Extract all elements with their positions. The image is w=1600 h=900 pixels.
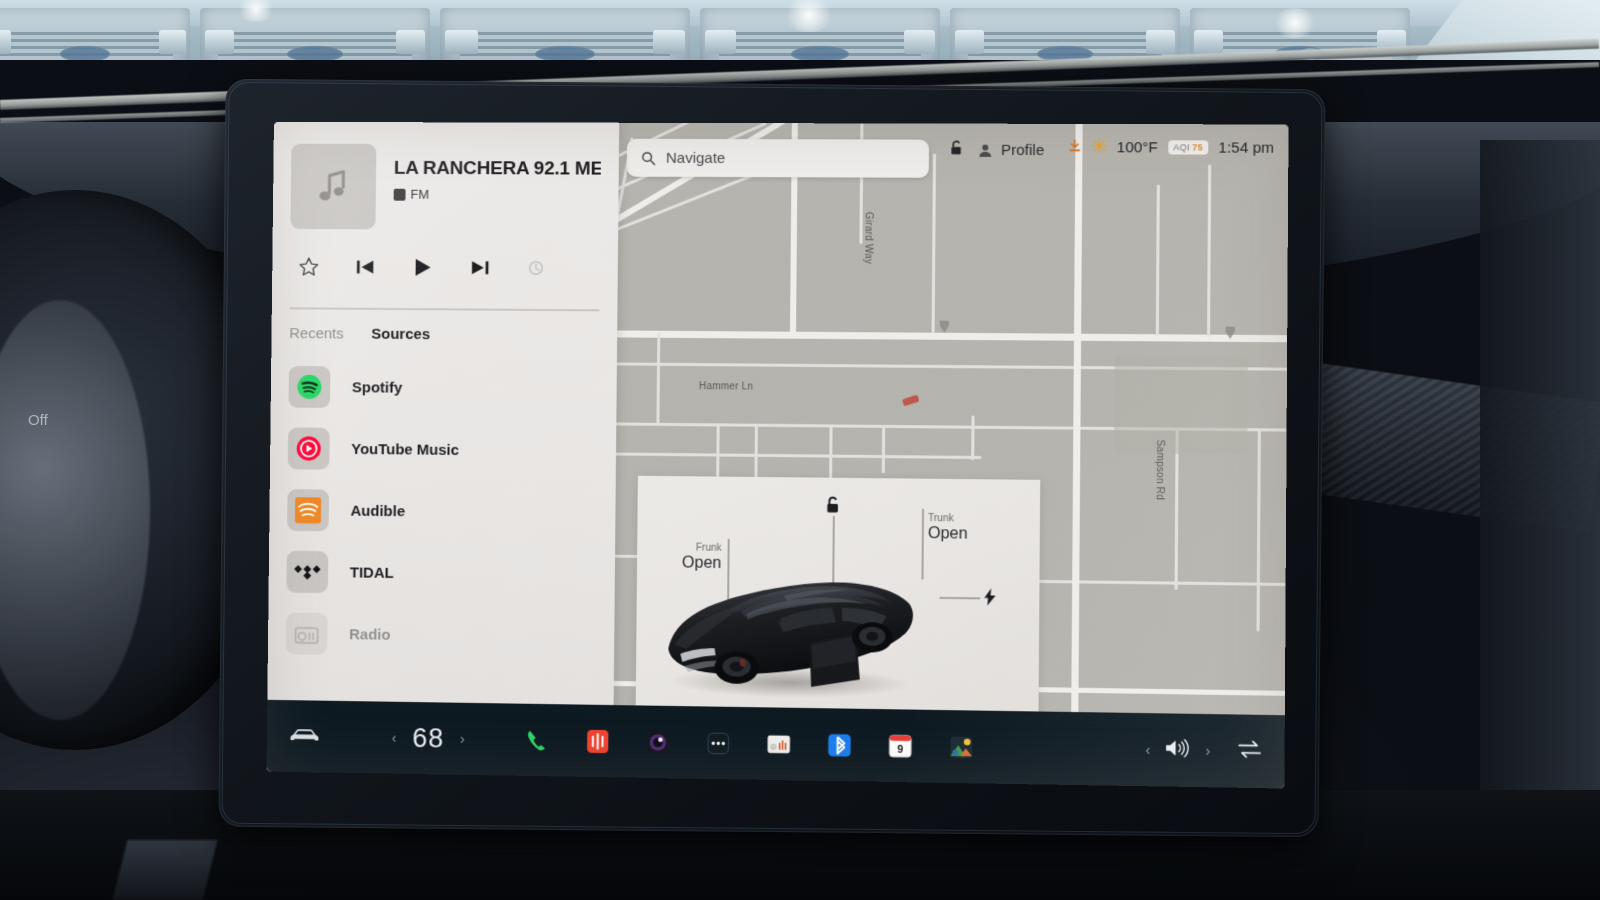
station-source: FM (393, 186, 601, 203)
playback-controls (272, 229, 570, 285)
door-pillar (1480, 140, 1600, 900)
climate-decrease-button[interactable]: ‹ (392, 730, 397, 746)
trunk-state: Open (927, 525, 968, 543)
navigate-search-input[interactable]: Navigate (626, 138, 930, 178)
aqi-badge[interactable]: AQI 75 (1168, 140, 1209, 155)
radio-icon (285, 612, 328, 655)
volume-increase-button[interactable]: › (1206, 742, 1211, 758)
list-item-label: Audible (350, 502, 406, 520)
aqi-label: AQI (1173, 142, 1191, 153)
dock-right-group: ‹ › (1145, 736, 1284, 766)
status-indicators: 100°F AQI 75 1:54 pm (1068, 138, 1274, 157)
calendar-day-number: 9 (897, 743, 903, 755)
touchscreen-display: Hammer Ln Girard Way Mykala Dr Sampson R… (218, 78, 1326, 838)
map-street-label: Girard Way (862, 211, 874, 265)
next-track-icon[interactable] (469, 257, 491, 284)
climate-increase-button[interactable]: › (460, 731, 465, 747)
climate-temperature[interactable]: 68 (412, 723, 444, 755)
more-apps-icon[interactable] (705, 730, 731, 757)
spotify-icon (288, 365, 331, 408)
console-detail (112, 840, 218, 900)
top-status-bar: Navigate Profile 100°F AQI 75 1:54 pm (617, 123, 1289, 187)
list-item-label: YouTube Music (351, 440, 460, 459)
leader-line (939, 596, 981, 599)
leader-line (921, 508, 924, 580)
album-art[interactable] (290, 143, 377, 230)
calendar-app-icon[interactable]: 9 (887, 732, 914, 759)
list-item-label: Radio (349, 625, 391, 644)
aqi-value: 75 (1192, 142, 1203, 153)
unlocked-padlock-icon[interactable] (949, 140, 963, 161)
list-item-label: TIDAL (349, 563, 394, 582)
list-item[interactable]: Spotify (271, 356, 617, 421)
media-panel: LA RANCHERA 92.1 ME C FM Recents Sources… (266, 121, 620, 778)
person-icon (979, 144, 992, 157)
tesla-touchscreen-photo: OBJECTS Off (0, 0, 1600, 900)
trunk-label: Trunk (927, 512, 954, 525)
sunny-icon (1091, 138, 1106, 156)
map-street-label: Hammer Ln (698, 381, 754, 393)
list-item-label: Spotify (351, 378, 403, 397)
volume-control: ‹ › (1145, 736, 1210, 764)
more-options-icon[interactable] (526, 258, 546, 283)
vehicle-status-card[interactable]: Frunk Open Trunk Open (635, 475, 1041, 743)
search-icon (642, 151, 656, 165)
outside-temperature: 100°F (1116, 138, 1158, 156)
tab-recents[interactable]: Recents (289, 325, 344, 342)
voice-memos-app-icon[interactable] (765, 731, 791, 758)
bluetooth-app-icon[interactable] (826, 731, 853, 758)
airbag-off-indicator: Off (28, 412, 48, 429)
tab-sources[interactable]: Sources (371, 326, 430, 343)
media-tabs: Recents Sources (271, 309, 617, 344)
now-playing: LA RANCHERA 92.1 ME C FM (273, 122, 620, 231)
youtube-music-icon (287, 427, 330, 470)
map-street-label: Sampson Rd (1153, 439, 1166, 501)
audible-icon (287, 489, 330, 532)
phone-app-icon[interactable] (524, 727, 550, 753)
car-icon[interactable] (289, 725, 321, 748)
play-icon[interactable] (411, 255, 435, 284)
screen-content: Hammer Ln Girard Way Mykala Dr Sampson R… (266, 121, 1289, 789)
station-band-label: FM (410, 186, 430, 202)
media-app-icon[interactable] (584, 728, 610, 755)
swap-arrows-icon[interactable] (1237, 738, 1262, 764)
software-download-icon[interactable] (1068, 139, 1081, 156)
previous-track-icon[interactable] (354, 256, 376, 283)
dashcam-app-icon[interactable] (645, 729, 671, 756)
now-playing-text: LA RANCHERA 92.1 ME C FM (393, 144, 601, 230)
profile-label: Profile (1000, 141, 1045, 160)
trunk-status[interactable]: Trunk Open (928, 513, 1010, 544)
favorite-star-icon[interactable] (298, 256, 320, 283)
vehicle-illustration[interactable] (658, 548, 922, 702)
media-sources-list: Spotify YouTube Music Audible TIDAL Radi… (268, 342, 617, 669)
tidal-icon (286, 550, 329, 594)
list-item[interactable]: Radio (268, 602, 615, 669)
music-note-icon (319, 168, 350, 201)
clock: 1:54 pm (1218, 138, 1275, 157)
dock-left-group: ‹ 68 › (267, 720, 465, 754)
profile-group: Profile (949, 140, 1044, 161)
navigate-placeholder: Navigate (665, 149, 726, 167)
fm-badge-icon (393, 188, 406, 201)
charge-bolt-icon[interactable] (984, 588, 996, 610)
volume-decrease-button[interactable]: ‹ (1145, 742, 1150, 758)
list-item[interactable]: YouTube Music (270, 417, 616, 482)
profile-button[interactable]: Profile (978, 141, 1045, 160)
list-item[interactable]: TIDAL (268, 541, 615, 607)
dock-apps: 9 (524, 727, 974, 760)
climate-control: ‹ 68 › (392, 722, 465, 754)
station-title: LA RANCHERA 92.1 ME C (393, 157, 602, 180)
volume-icon[interactable] (1164, 736, 1191, 764)
photos-app-icon[interactable] (948, 733, 975, 760)
list-item[interactable]: Audible (269, 479, 616, 545)
